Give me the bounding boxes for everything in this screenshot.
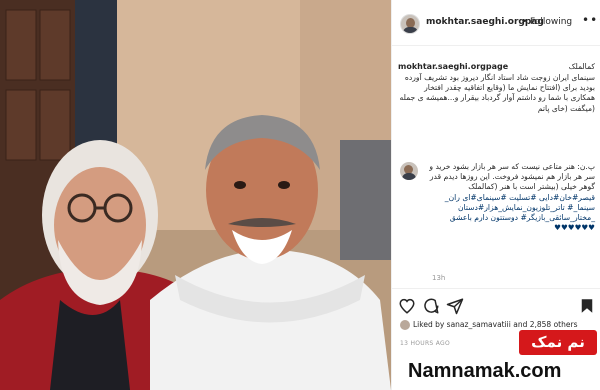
author-avatar[interactable] bbox=[400, 14, 420, 34]
watermark-logo: نم نمک bbox=[519, 330, 597, 355]
comment-hashtags[interactable]: قیصر#خان#دایی #تسلیت #سینمای#ای ران_ سین… bbox=[425, 193, 595, 234]
follow-separator: • bbox=[522, 17, 528, 27]
likes-text: Liked by sanaz_samavatiii and 2,858 othe… bbox=[413, 320, 578, 329]
post-timestamp: 13 HOURS AGO bbox=[400, 340, 451, 347]
comment-text: پ.ن: هنر متاعی نیست که سر هر بازار بشود … bbox=[425, 162, 595, 233]
avatar-shirt bbox=[403, 27, 418, 33]
post-photo[interactable] bbox=[0, 0, 391, 390]
commenter-avatar[interactable] bbox=[400, 162, 418, 180]
liker-avatar bbox=[400, 320, 410, 330]
avatar-shirt bbox=[402, 173, 416, 180]
comment-time: 13h bbox=[432, 274, 446, 282]
comments-area[interactable]: mokhtar.saeghi.orgpage کمالملک سینمای ای… bbox=[392, 46, 600, 286]
instagram-post: mokhtar.saeghi.orgpag • Following ••• mo… bbox=[0, 0, 600, 390]
comment-body: پ.ن: هنر متاعی نیست که سر هر بازار بشود … bbox=[429, 162, 595, 192]
more-options-icon[interactable]: ••• bbox=[582, 13, 600, 27]
likes-summary[interactable]: Liked by sanaz_samavatiii and 2,858 othe… bbox=[400, 320, 577, 330]
bookmark-icon[interactable] bbox=[578, 297, 596, 315]
share-icon[interactable] bbox=[446, 297, 464, 315]
heart-icon[interactable] bbox=[398, 297, 416, 315]
watermark-site: Namnamak.com bbox=[408, 360, 562, 382]
caption-username[interactable]: mokhtar.saeghi.orgpage bbox=[398, 62, 508, 71]
following-button[interactable]: Following bbox=[530, 17, 572, 27]
caption-first-line: کمالملک bbox=[568, 62, 595, 71]
post-header: mokhtar.saeghi.orgpag • Following ••• bbox=[392, 0, 600, 46]
comment-icon[interactable] bbox=[422, 297, 440, 315]
caption-body: سینمای ایران زوجت شاد استاد انگار دیروز … bbox=[399, 73, 596, 113]
post-photo-illustration bbox=[0, 0, 391, 390]
